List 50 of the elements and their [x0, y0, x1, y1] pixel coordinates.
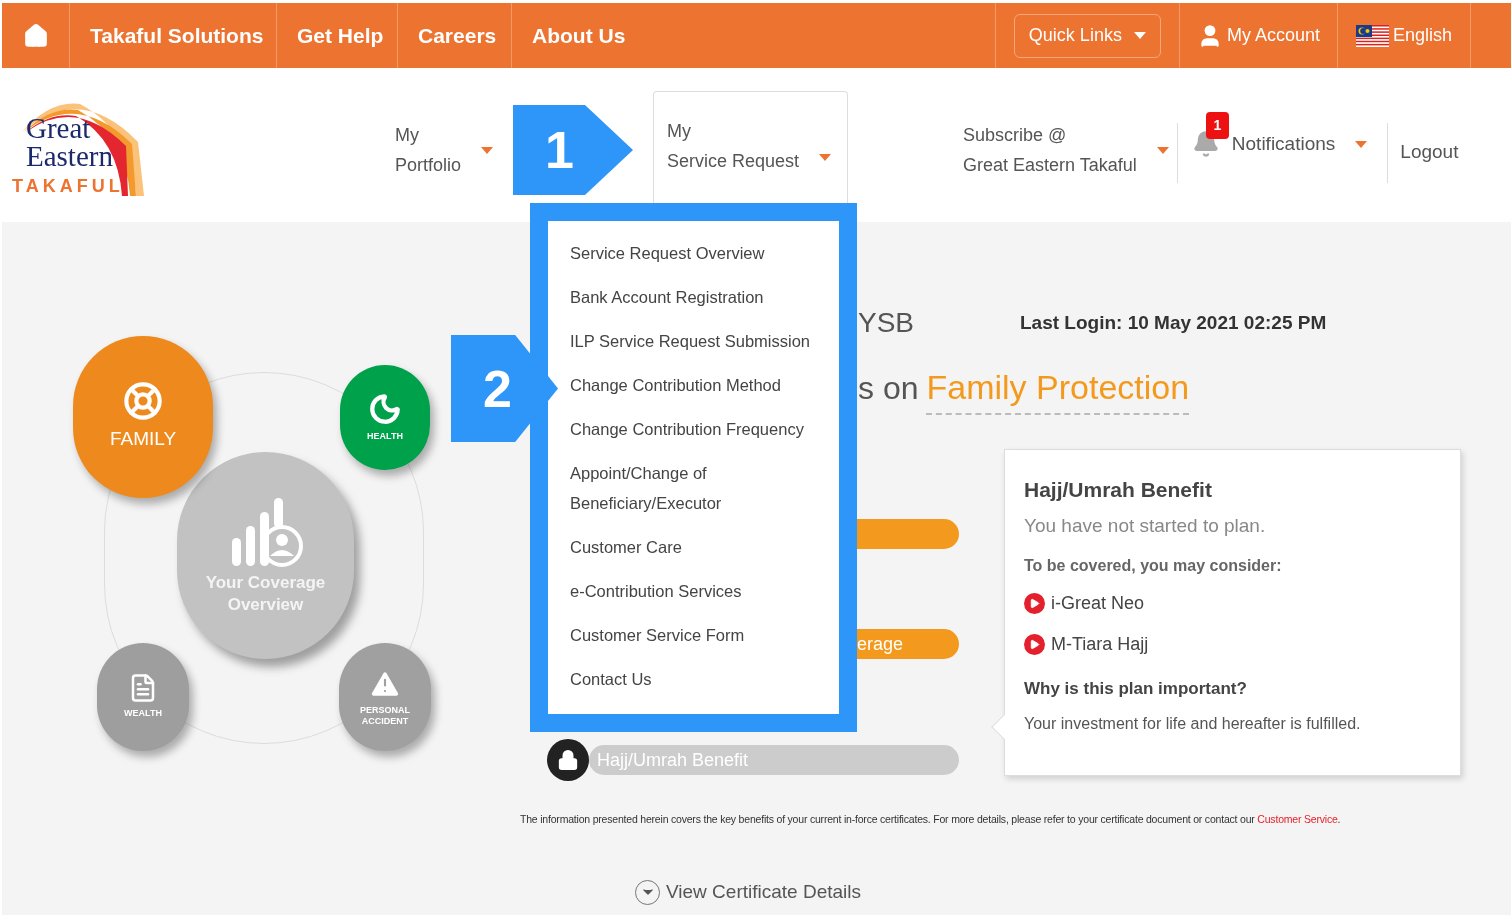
lifebuoy-icon — [123, 380, 163, 421]
why-title: Why is this plan important? — [1024, 678, 1248, 700]
header-menu-tab[interactable]: My Portfolio — [395, 118, 494, 182]
play-icon — [1024, 593, 1045, 614]
caret-icon — [819, 153, 832, 161]
category-label: PERSONAL — [360, 705, 410, 716]
dropdown-item[interactable]: Service Request Overview — [570, 238, 832, 268]
header-menu-tab[interactable]: Subscribe @ Great Eastern Takaful — [963, 118, 1169, 182]
logout-link[interactable]: Logout — [1400, 138, 1459, 167]
category-label: FAMILY — [109, 426, 177, 451]
dropdown-item[interactable]: e-Contribution Services — [570, 576, 832, 606]
lock-icon — [547, 739, 589, 781]
dropdown-item[interactable]: Bank Account Registration — [570, 282, 832, 312]
consider-label: To be covered, you may consider: — [1024, 556, 1283, 576]
why-text: Your investment for life and hereafter is fulfilled. — [1024, 713, 1362, 734]
last-login-text: Last Login: 10 May 2021 02:25 PM — [1020, 310, 1327, 335]
step-callout: 1 — [513, 105, 633, 195]
logo-text: Eastern — [26, 142, 113, 170]
play-icon — [1024, 634, 1045, 655]
dropdown-item[interactable]: Change Contribution Method — [570, 370, 832, 400]
product-link[interactable]: M-Tiara Hajj — [1024, 631, 1441, 658]
card-title: Hajj/Umrah Benefit — [1024, 477, 1213, 503]
dropdown-item[interactable]: Change Contribution Frequency — [570, 414, 832, 444]
view-certificate-link[interactable]: View Certificate Details — [635, 877, 1461, 907]
disclaimer-text: The information presented herein covers the key benefits of your current in-force certificates. For more details, please refer to your certificate document or contact our Customer Service. — [519, 812, 1342, 827]
dropdown-item[interactable]: Customer Service Form — [570, 620, 832, 650]
category-label: HEALTH — [367, 429, 403, 443]
customer-service-link[interactable]: Customer Service — [1257, 813, 1338, 825]
category-label: ACCIDENT — [361, 716, 409, 727]
crescent-icon — [368, 391, 402, 426]
caret-icon — [1355, 140, 1368, 148]
card-subtitle: You have not started to plan. — [1024, 513, 1267, 538]
caret-icon — [481, 146, 494, 154]
caret-icon — [1156, 146, 1169, 154]
notification-badge: 1 — [1205, 112, 1229, 139]
dropdown-item[interactable]: Contact Us — [570, 664, 832, 694]
greeting-text: YSB — [858, 306, 916, 340]
logo-text: TAKAFUL — [12, 176, 124, 196]
home-icon[interactable] — [22, 22, 49, 49]
headline-text: s on — [858, 369, 919, 408]
dropdown-item[interactable]: Customer Care — [570, 532, 832, 562]
bell-icon — [1191, 130, 1220, 159]
product-link[interactable]: i-Great Neo — [1024, 590, 1441, 617]
logo-text: Great — [26, 114, 91, 142]
category-label: WEALTH — [124, 707, 162, 721]
dropdown-item[interactable]: ILP Service Request Submission — [570, 326, 832, 356]
logo[interactable]: Great Eastern TAKAFUL — [12, 92, 147, 198]
flag-icon — [1355, 24, 1389, 47]
caret-icon — [1133, 32, 1146, 39]
dropdown-item[interactable]: Appoint/Change of Beneficiary/Executor — [570, 458, 832, 518]
